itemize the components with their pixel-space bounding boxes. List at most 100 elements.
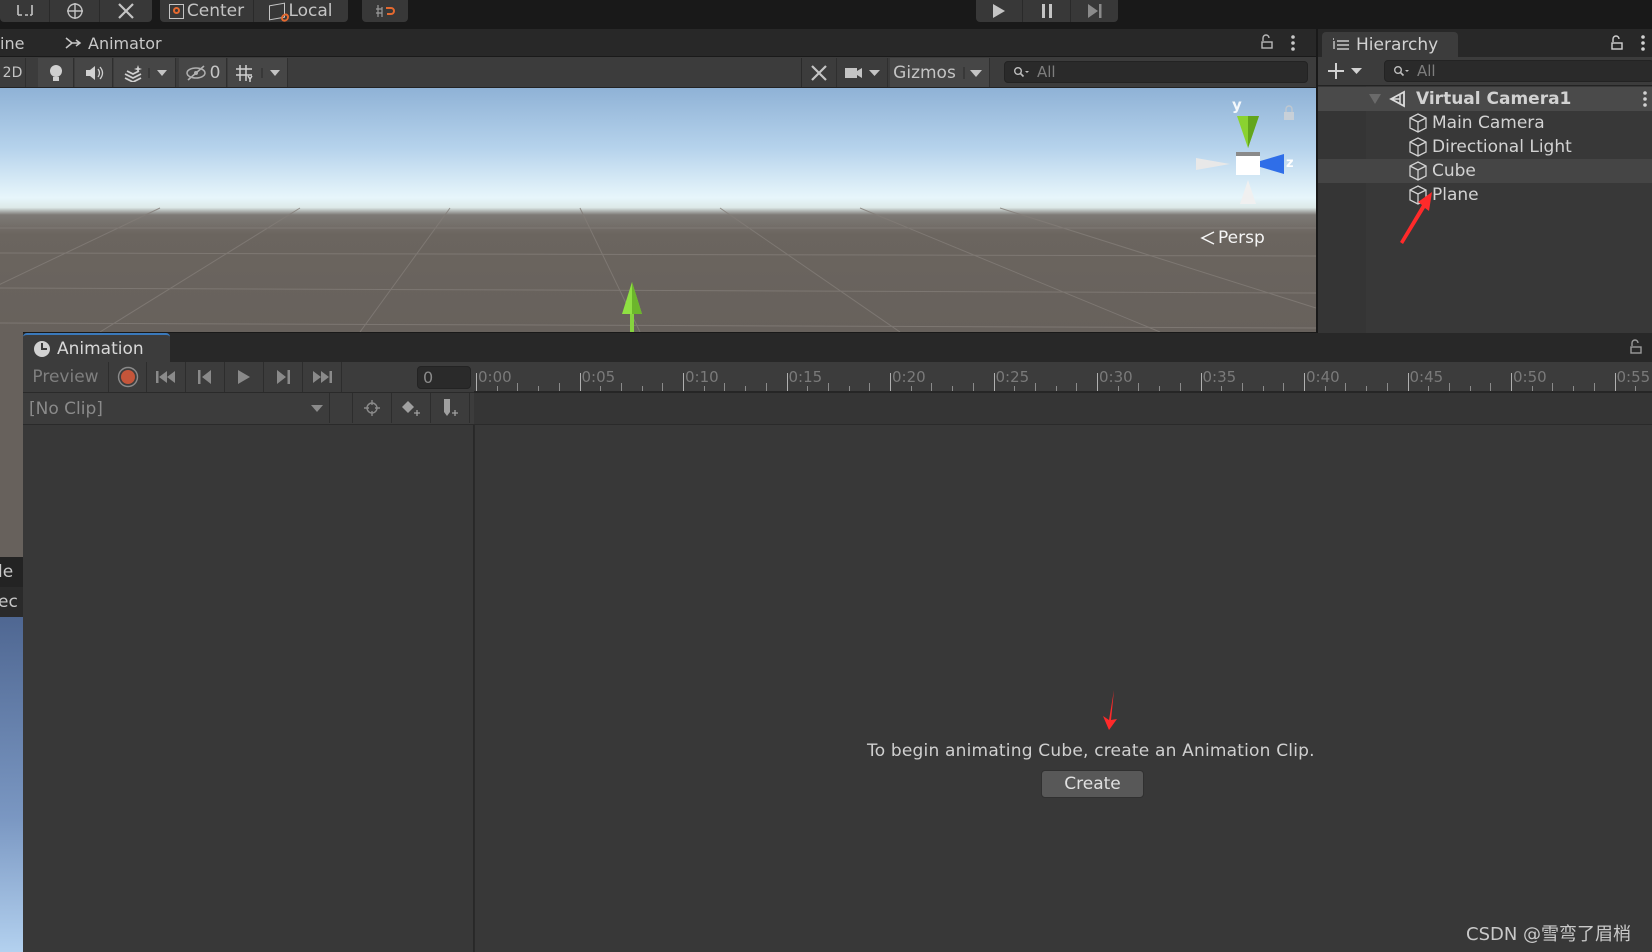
chevron-down-icon [963,66,982,79]
transform-tool-button[interactable] [50,0,100,22]
add-object-dropdown[interactable] [1326,61,1364,81]
ruler-major-tick [579,373,581,391]
hierarchy-search-input[interactable]: All [1384,60,1652,82]
ruler-major-tick [1200,373,1202,391]
ruler-major-tick [1511,373,1512,391]
preview-label: Preview [32,367,99,387]
animation-tab-row: Animation [23,333,1652,362]
custom-tool-icon [118,3,134,19]
hierarchy-item[interactable]: Plane [1318,183,1652,207]
effects-icon [124,64,142,82]
projection-toggle[interactable]: Persp [1200,228,1265,248]
audio-toggle[interactable] [75,58,113,87]
pause-button[interactable] [1023,0,1071,22]
scene-visibility-toggle[interactable]: 0 [179,58,227,87]
tab-animator[interactable]: Animator [64,29,174,57]
ruler-minor-tick [558,383,560,391]
rect-tool-icon [16,5,33,16]
last-keyframe-button[interactable] [303,362,342,392]
kebab-menu-icon[interactable] [1290,34,1296,52]
hierarchy-item-label: Plane [1432,185,1479,205]
ruler-minor-tick [1345,383,1347,391]
gizmo-lock-icon[interactable] [1283,105,1295,121]
ruler-minor-tick [1531,386,1533,391]
first-keyframe-button[interactable] [147,362,186,392]
grid-dropdown[interactable] [228,58,288,87]
tools-toggle[interactable] [801,58,837,87]
ruler-tick-label: 0:30 [1099,368,1133,386]
left-partial-tab[interactable]: le [0,557,23,587]
lock-icon[interactable] [1629,339,1643,355]
lighting-toggle[interactable] [38,58,74,87]
snap-button[interactable] [362,0,408,22]
step-button[interactable] [1071,0,1118,22]
hierarchy-item[interactable]: Directional Light [1318,135,1652,159]
chevron-down-icon [1351,68,1362,74]
expand-arrow-icon[interactable] [1368,93,1382,105]
add-event-button[interactable] [431,393,470,423]
move-handle-y-arrow[interactable] [617,280,647,332]
ruler-minor-tick [724,383,726,391]
lock-icon[interactable] [1260,34,1274,50]
effects-dropdown[interactable] [114,58,176,87]
ruler-minor-tick [848,386,850,391]
ruler-minor-tick [1490,383,1492,391]
ruler-minor-tick [931,383,933,391]
skip-start-icon [156,371,175,383]
ruler-minor-tick [703,386,705,391]
lock-icon[interactable] [1610,35,1624,51]
preview-toggle[interactable]: Preview [23,362,109,392]
clip-dropdown[interactable]: [No Clip] [23,393,329,424]
custom-tool-button[interactable] [100,0,152,22]
tab-animation[interactable]: Animation [23,333,170,362]
pivot-center-button[interactable]: Center [160,0,254,22]
ruler-minor-tick [1552,383,1554,391]
next-keyframe-button[interactable] [264,362,303,392]
add-keyframe-button[interactable] [392,393,431,423]
ruler-minor-tick [1179,383,1181,391]
create-label: Create [1064,774,1121,794]
property-list[interactable] [23,425,474,952]
ruler-minor-tick [1366,386,1368,391]
prev-frame-icon [198,370,211,384]
ruler-major-tick [890,373,891,391]
increment-snap-icon [376,5,395,17]
scene-view[interactable]: y z Persp [0,88,1316,332]
ruler-minor-tick [1593,383,1595,391]
pivot-local-button[interactable]: Local [254,0,348,22]
frame-input[interactable]: 0 [417,366,471,389]
skip-end-icon [313,371,332,383]
filter-by-selection-button[interactable] [353,393,392,423]
rect-tool-button[interactable] [0,0,50,22]
record-button[interactable] [109,362,147,392]
hierarchy-scene-root[interactable]: Virtual Camera1 [1318,87,1652,111]
create-clip-button[interactable]: Create [1041,770,1144,798]
animation-controls: Preview 0 [23,362,474,393]
ruler-minor-tick [1138,383,1140,391]
kebab-menu-icon[interactable] [1640,34,1646,52]
tab-timeline-partial[interactable]: ine [0,29,40,57]
pivot-center-icon [168,3,184,19]
prev-keyframe-button[interactable] [186,362,225,392]
hierarchy-item[interactable]: Cube [1318,159,1652,183]
tab-hierarchy[interactable]: Hierarchy [1322,32,1458,58]
gameobject-cube-icon [1409,113,1427,133]
kebab-menu-icon[interactable] [1642,90,1648,108]
timeline-ruler[interactable]: 0:00 0:05 0:10 0:15 0:20 0:25 0:30 0:35 0:40 0:45… [474,362,1652,393]
ruler-minor-tick [1573,386,1575,391]
scene-search-input[interactable]: All [1004,61,1308,83]
ruler-minor-tick [496,386,498,391]
chevron-down-icon [261,67,280,78]
camera-dropdown[interactable] [838,58,888,87]
play-icon [993,4,1005,18]
2d-toggle[interactable]: 2D [0,58,26,87]
ruler-minor-tick [1386,383,1388,391]
play-button[interactable] [976,0,1023,22]
animation-play-button[interactable] [225,362,264,392]
hierarchy-item[interactable]: Main Camera [1318,111,1652,135]
dopesheet-area[interactable]: To begin animating Cube, create an Anima… [474,425,1652,952]
watermark: CSDN @雪弯了眉梢 [1466,924,1632,945]
ruler-minor-tick [910,386,912,391]
gizmos-dropdown[interactable]: Gizmos [890,58,990,87]
keyframe-summary-row[interactable] [474,393,1652,425]
